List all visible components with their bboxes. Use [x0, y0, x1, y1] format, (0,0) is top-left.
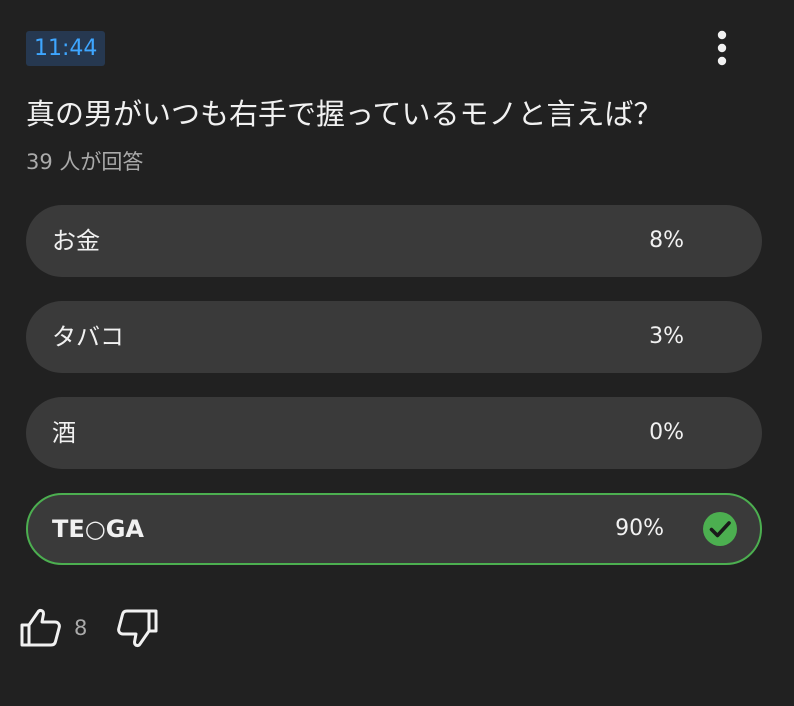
poll-option-label: タバコ [52, 323, 124, 351]
more-options-button[interactable] [700, 26, 744, 70]
checkmark-icon [703, 512, 737, 546]
poll-option-label: TE○GA [52, 515, 144, 543]
poll-option[interactable]: お金 8% [26, 205, 762, 277]
poll-option-label: お金 [52, 227, 100, 255]
more-vertical-icon [717, 30, 727, 66]
poll-question: 真の男がいつも右手で握っているモノと言えば？ [26, 97, 663, 131]
dislike-button[interactable] [114, 606, 160, 652]
poll-option-label: 酒 [52, 419, 76, 447]
timestamp-link[interactable]: 11:44 [26, 31, 106, 66]
poll-option[interactable]: タバコ 3% [26, 301, 762, 373]
answer-count: 39 人が回答 [26, 150, 144, 174]
poll-option-percent: 3% [649, 324, 684, 349]
poll-option-percent: 8% [649, 228, 684, 253]
thumbs-down-icon [117, 609, 158, 648]
like-button[interactable] [18, 604, 64, 650]
poll-option-selected[interactable]: TE○GA 90% [26, 493, 762, 565]
thumbs-up-icon [20, 608, 61, 647]
poll-option-percent: 90% [615, 516, 664, 541]
like-count: 8 [74, 616, 88, 640]
poll-option-percent: 0% [649, 420, 684, 445]
poll-option[interactable]: 酒 0% [26, 397, 762, 469]
